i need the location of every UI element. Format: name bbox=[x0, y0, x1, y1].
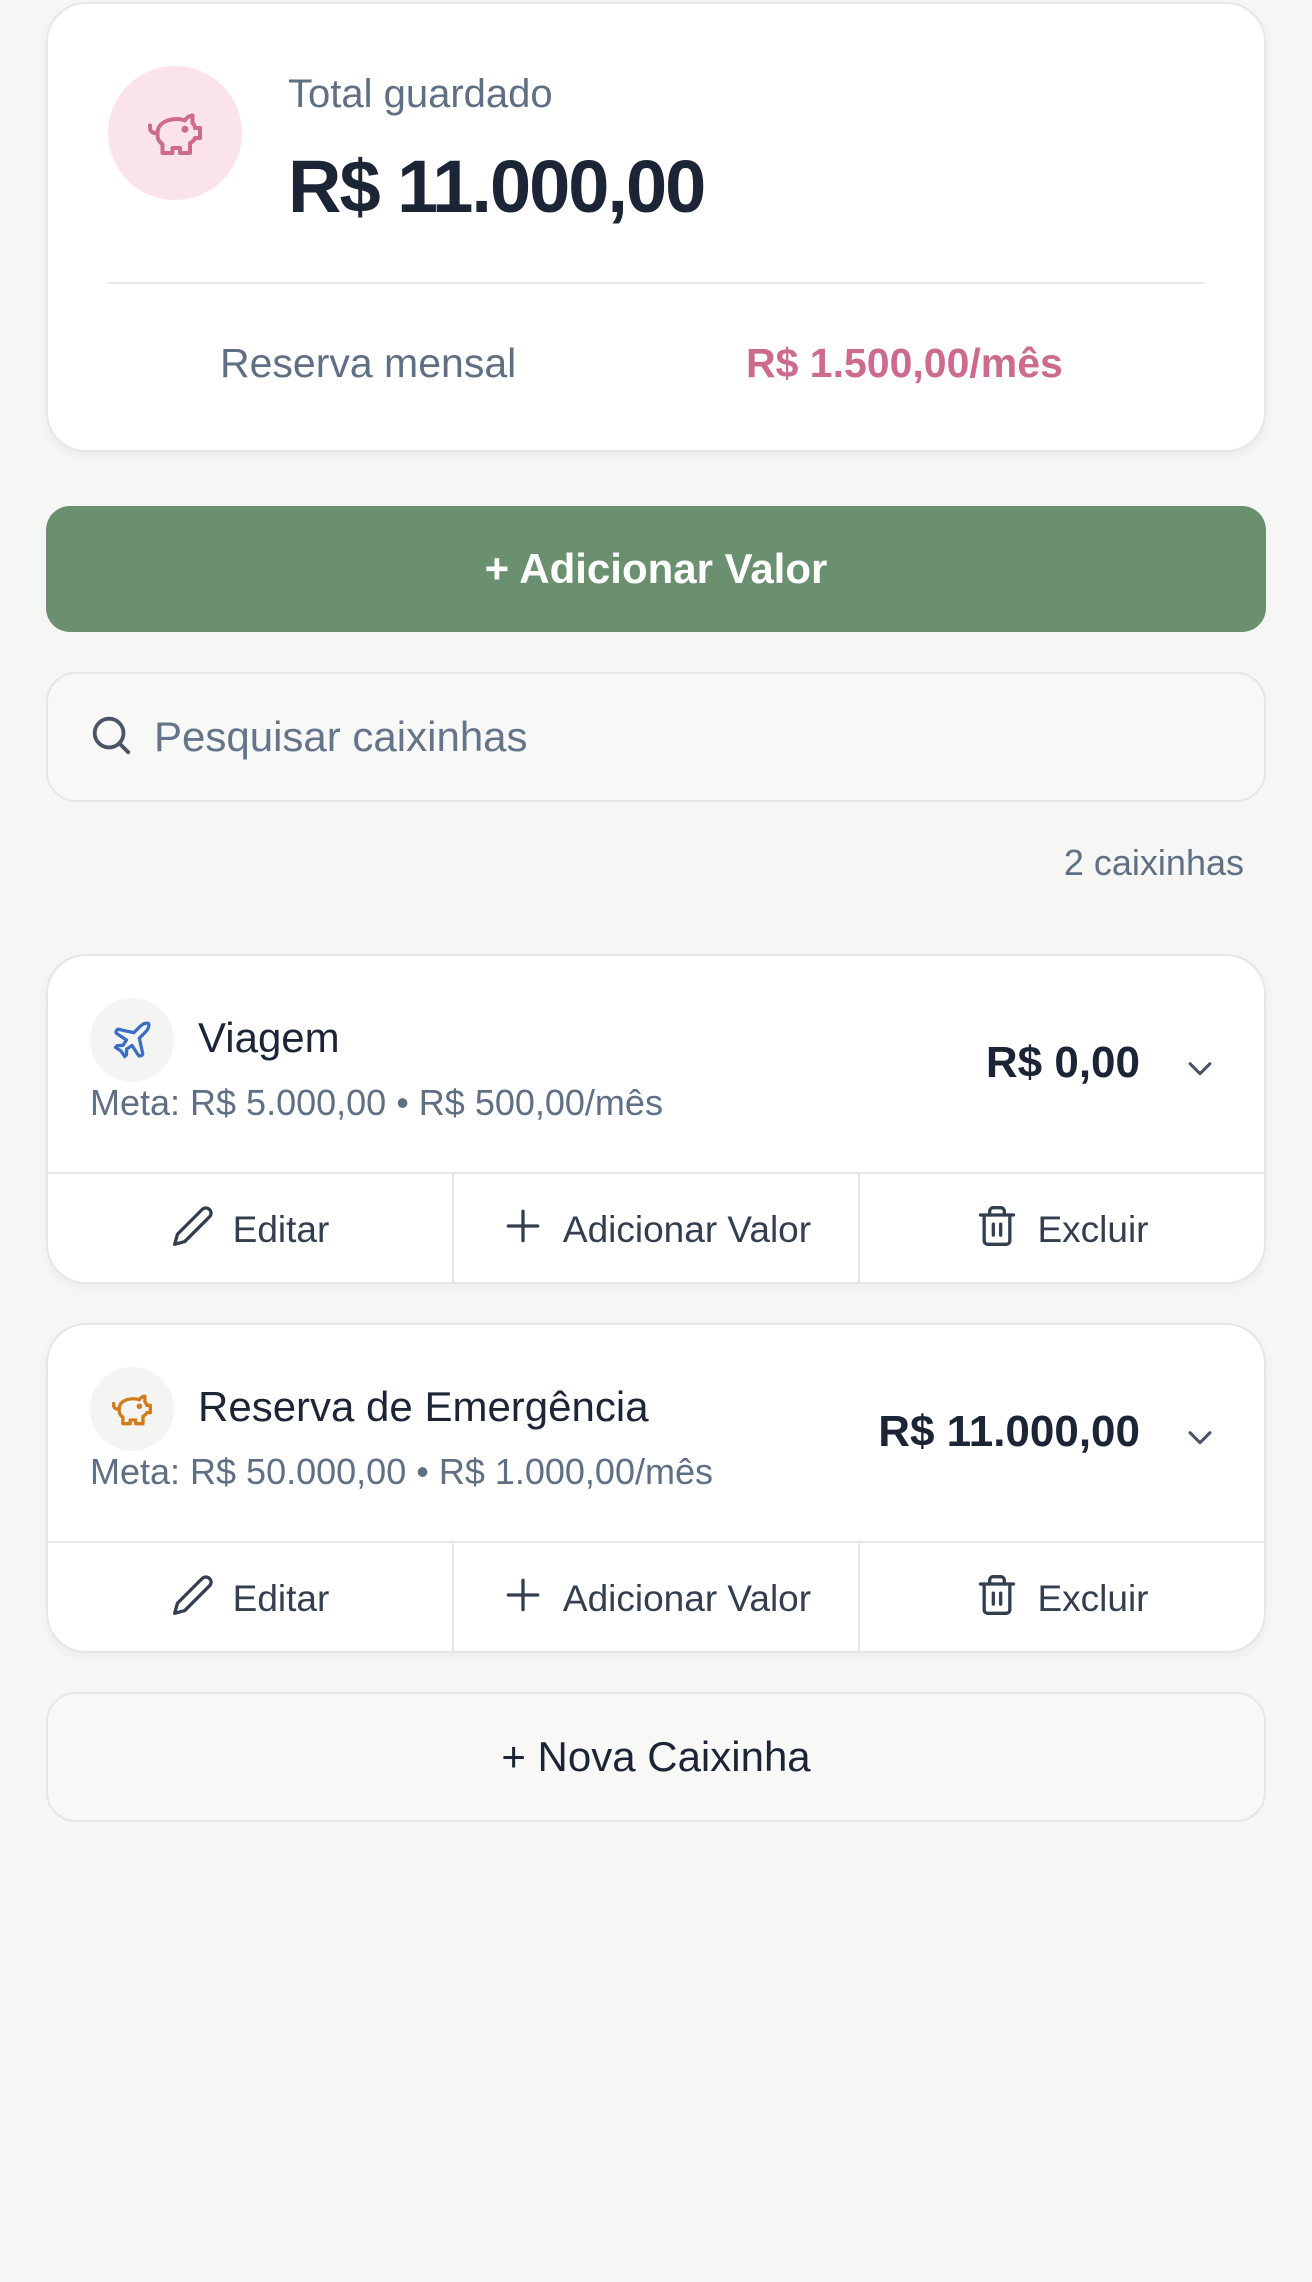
box-amount: R$ 11.000,00 bbox=[878, 1407, 1140, 1456]
delete-label: Excluir bbox=[1037, 1578, 1149, 1619]
delete-button[interactable]: Excluir bbox=[860, 1174, 1264, 1282]
add-value-label: Adicionar Valor bbox=[562, 1578, 812, 1619]
total-saved-label: Total guardado bbox=[288, 72, 553, 116]
edit-button[interactable]: Editar bbox=[48, 1174, 454, 1282]
box-card: Viagem Meta: R$ 5.000,00 • R$ 500,00/mês… bbox=[46, 954, 1266, 1284]
trash-icon bbox=[975, 1204, 1019, 1257]
box-count: 2 caixinhas bbox=[1063, 842, 1244, 883]
piggy-bank-icon bbox=[90, 1367, 174, 1451]
box-actions: Editar Adicionar Valor Excluir bbox=[48, 1541, 1264, 1651]
box-header[interactable]: Viagem Meta: R$ 5.000,00 • R$ 500,00/mês… bbox=[48, 956, 1264, 1172]
plane-icon bbox=[90, 998, 174, 1082]
add-value-box-button[interactable]: Adicionar Valor bbox=[454, 1174, 860, 1282]
box-amount: R$ 0,00 bbox=[985, 1038, 1140, 1087]
summary-card: Total guardado R$ 11.000,00 Reserva mens… bbox=[46, 2, 1266, 452]
search-icon bbox=[88, 712, 134, 763]
plus-icon bbox=[501, 1204, 545, 1257]
chevron-down-icon[interactable] bbox=[1180, 1417, 1220, 1457]
box-header[interactable]: Reserva de Emergência Meta: R$ 50.000,00… bbox=[48, 1325, 1264, 1541]
chevron-down-icon[interactable] bbox=[1180, 1048, 1220, 1088]
page: Total guardado R$ 11.000,00 Reserva mens… bbox=[0, 0, 1312, 2282]
box-card: Reserva de Emergência Meta: R$ 50.000,00… bbox=[46, 1323, 1266, 1653]
edit-button[interactable]: Editar bbox=[48, 1543, 454, 1651]
add-value-button[interactable]: + Adicionar Valor bbox=[46, 506, 1266, 632]
trash-icon bbox=[975, 1573, 1019, 1626]
monthly-reserve-value: R$ 1.500,00/mês bbox=[746, 340, 1063, 386]
search-box[interactable] bbox=[46, 672, 1266, 802]
total-saved-value: R$ 11.000,00 bbox=[288, 145, 706, 228]
edit-label: Editar bbox=[232, 1578, 330, 1619]
add-value-label: Adicionar Valor bbox=[562, 1209, 812, 1250]
delete-button[interactable]: Excluir bbox=[860, 1543, 1264, 1651]
pencil-icon bbox=[171, 1204, 215, 1257]
box-name: Viagem bbox=[198, 1014, 340, 1061]
add-value-box-button[interactable]: Adicionar Valor bbox=[454, 1543, 860, 1651]
delete-label: Excluir bbox=[1037, 1209, 1149, 1250]
search-input[interactable] bbox=[154, 713, 1154, 761]
box-name: Reserva de Emergência bbox=[198, 1383, 649, 1430]
box-actions: Editar Adicionar Valor Excluir bbox=[48, 1172, 1264, 1282]
box-goal: Meta: R$ 5.000,00 • R$ 500,00/mês bbox=[90, 1082, 663, 1123]
edit-label: Editar bbox=[232, 1209, 330, 1250]
summary-divider bbox=[108, 282, 1204, 284]
pencil-icon bbox=[171, 1573, 215, 1626]
box-goal: Meta: R$ 50.000,00 • R$ 1.000,00/mês bbox=[90, 1451, 713, 1492]
monthly-reserve-label: Reserva mensal bbox=[220, 340, 517, 386]
new-box-button[interactable]: + Nova Caixinha bbox=[46, 1692, 1266, 1822]
piggy-bank-icon bbox=[108, 66, 242, 200]
plus-icon bbox=[501, 1573, 545, 1626]
